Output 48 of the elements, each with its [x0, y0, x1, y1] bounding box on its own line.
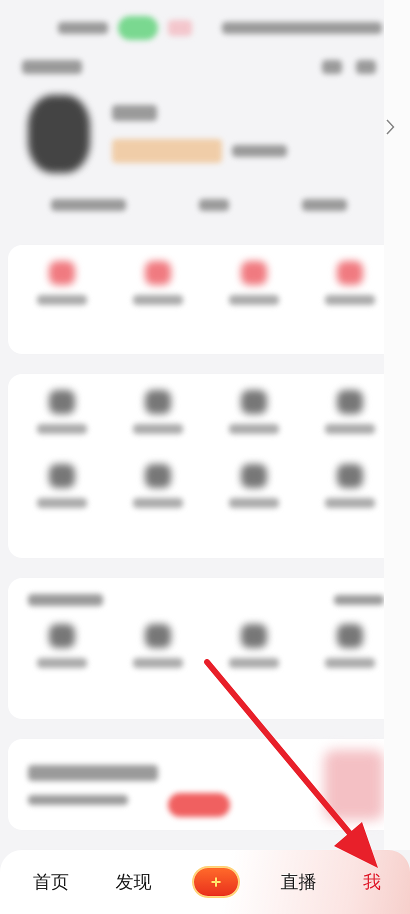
blurred-label [325, 424, 375, 434]
banner-icon [324, 750, 384, 820]
blurred-label [229, 498, 279, 508]
blurred-icon [145, 390, 171, 414]
header-text [22, 60, 82, 74]
blurred-label [37, 498, 87, 508]
blurred-icon [337, 464, 363, 488]
status-pill [118, 16, 158, 40]
user-name [112, 105, 157, 122]
stat-text [198, 199, 229, 212]
blurred-label [133, 498, 183, 508]
blurred-label [133, 295, 183, 306]
blurred-label [229, 424, 279, 434]
blurred-label [325, 498, 375, 508]
blurred-label [133, 658, 183, 668]
blurred-icon [241, 261, 267, 286]
stat-text [302, 199, 348, 212]
nav-tab[interactable]: 发现 [112, 866, 156, 898]
blurred-icon [337, 261, 363, 286]
blurred-label [325, 295, 375, 306]
header-icon [322, 60, 342, 74]
nav-tab[interactable]: 我 [358, 866, 385, 898]
blurred-label [229, 658, 279, 668]
blurred-icon [145, 464, 171, 488]
blurred-icon [145, 261, 171, 286]
blurred-icon [337, 624, 363, 648]
blurred-icon [49, 390, 75, 414]
nav-tab[interactable]: 首页 [29, 866, 74, 898]
blurred-icon [49, 464, 75, 488]
blurred-label [229, 295, 279, 306]
status-pill [168, 20, 192, 36]
blurred-label [133, 424, 183, 434]
blurred-icon [49, 624, 75, 648]
chevron-right-icon [386, 119, 395, 135]
blurred-icon [49, 261, 75, 286]
blurred-icon [241, 624, 267, 648]
status-text [58, 22, 108, 34]
profile-text [232, 145, 287, 158]
nav-tab[interactable]: 直播 [276, 866, 320, 898]
blurred-label [37, 295, 87, 306]
blurred-label [325, 658, 375, 668]
blurred-label [37, 658, 87, 668]
blurred-label [37, 424, 87, 434]
blurred-icon [241, 464, 267, 488]
blurred-icon [337, 390, 363, 414]
blurred-icon [145, 624, 171, 648]
header-icon [356, 60, 376, 74]
blurred-icon [241, 390, 267, 414]
